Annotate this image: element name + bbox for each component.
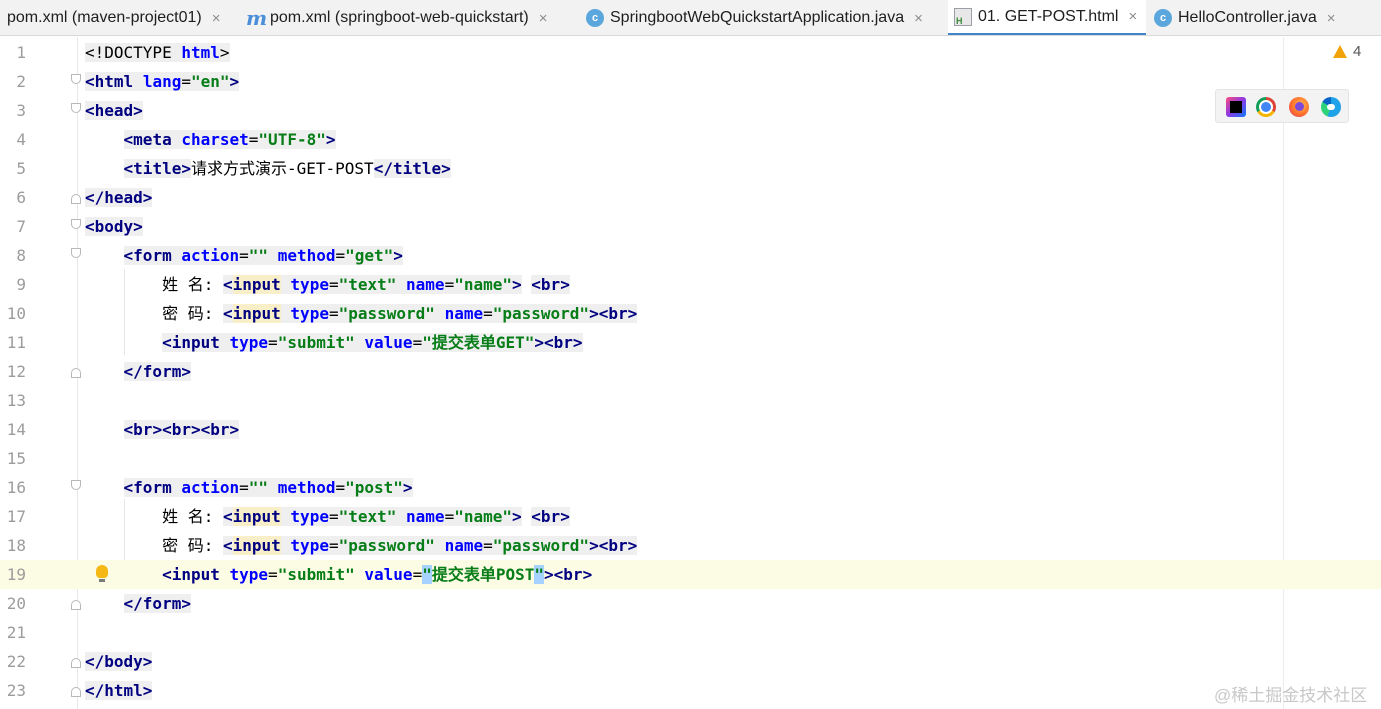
code-line: 12 </form> <box>0 357 1381 386</box>
code-line: 21 <box>0 618 1381 647</box>
close-icon[interactable]: × <box>1128 8 1137 25</box>
code-line: 18 密 码: <input type="password" name="pas… <box>0 531 1381 560</box>
line-number: 22 <box>6 652 26 671</box>
code-line-current: 19 <input type="submit" value="提交表单POST"… <box>0 560 1381 589</box>
code-line: 4 <meta charset="UTF-8"> <box>0 125 1381 154</box>
tab-pom-maven-project01[interactable]: pom.xml (maven-project01) × <box>0 0 238 35</box>
chrome-icon[interactable] <box>1256 97 1276 117</box>
class-icon: c <box>1154 9 1172 27</box>
edge-icon[interactable] <box>1321 97 1341 117</box>
code-line: 9 姓 名: <input type="text" name="name"> <… <box>0 270 1381 299</box>
code-line: 20 </form> <box>0 589 1381 618</box>
fold-icon[interactable] <box>71 219 81 229</box>
line-number: 19 <box>6 565 26 584</box>
tab-get-post-html[interactable]: 01. GET-POST.html × <box>948 0 1146 35</box>
line-number: 12 <box>6 362 26 381</box>
code-line: 16 <form action="" method="post"> <box>0 473 1381 502</box>
code-editor[interactable]: 1 <!DOCTYPE html> 2 <html lang="en"> 3 <… <box>0 37 1381 709</box>
close-icon[interactable]: × <box>212 10 221 27</box>
fold-icon[interactable] <box>71 248 81 258</box>
tab-label: pom.xml (maven-project01) <box>7 9 202 26</box>
watermark: @稀土掘金技术社区 <box>1214 686 1368 705</box>
close-icon[interactable]: × <box>1327 10 1336 27</box>
warnings-count: 4 <box>1353 43 1362 60</box>
line-number: 11 <box>6 333 26 352</box>
line-number: 21 <box>6 623 26 642</box>
warnings-indicator[interactable]: 4 <box>1333 43 1361 60</box>
fold-icon[interactable] <box>71 74 81 84</box>
tab-label: pom.xml (springboot-web-quickstart) <box>270 9 529 26</box>
fold-icon[interactable] <box>71 368 81 378</box>
line-number: 9 <box>16 275 26 294</box>
code-line: 11 <input type="submit" value="提交表单GET">… <box>0 328 1381 357</box>
intellij-browser-icon[interactable] <box>1226 97 1246 117</box>
code-line: 3 <head> <box>0 96 1381 125</box>
warning-icon <box>1333 45 1347 58</box>
line-number: 8 <box>16 246 26 265</box>
maven-icon: m <box>246 6 268 30</box>
tab-pom-springboot[interactable]: m pom.xml (springboot-web-quickstart) × <box>240 0 576 35</box>
code-line: 1 <!DOCTYPE html> <box>0 38 1381 67</box>
line-number: 7 <box>16 217 26 236</box>
code-line: 7 <body> <box>0 212 1381 241</box>
code-line: 2 <html lang="en"> <box>0 67 1381 96</box>
code-line: 6 </head> <box>0 183 1381 212</box>
line-number: 2 <box>16 72 26 91</box>
tab-springboot-application[interactable]: c SpringbootWebQuickstartApplication.jav… <box>580 0 946 35</box>
firefox-icon[interactable] <box>1289 97 1309 117</box>
line-number: 23 <box>6 681 26 700</box>
code-line: 5 <title>请求方式演示-GET-POST</title> <box>0 154 1381 183</box>
code-line: 14 <br><br><br> <box>0 415 1381 444</box>
line-number: 18 <box>6 536 26 555</box>
fold-icon[interactable] <box>71 480 81 490</box>
code-line: 10 密 码: <input type="password" name="pas… <box>0 299 1381 328</box>
line-number: 1 <box>16 43 26 62</box>
line-number: 13 <box>6 391 26 410</box>
browser-preview-toolbar <box>1215 89 1349 123</box>
tab-hello-controller[interactable]: c HelloController.java × <box>1148 0 1381 35</box>
html-file-icon <box>954 7 972 26</box>
line-number: 3 <box>16 101 26 120</box>
code-line: 23 </html> <box>0 676 1381 705</box>
code-line: 15 <box>0 444 1381 473</box>
close-icon[interactable]: × <box>539 10 548 27</box>
code-line: 17 姓 名: <input type="text" name="name"> … <box>0 502 1381 531</box>
fold-icon[interactable] <box>71 600 81 610</box>
line-number: 5 <box>16 159 26 178</box>
tab-label: SpringbootWebQuickstartApplication.java <box>610 9 905 26</box>
line-number: 6 <box>16 188 26 207</box>
editor-tab-bar: pom.xml (maven-project01) × m pom.xml (s… <box>0 0 1381 36</box>
close-icon[interactable]: × <box>914 10 923 27</box>
line-number: 14 <box>6 420 26 439</box>
code-line: 13 <box>0 386 1381 415</box>
line-number: 15 <box>6 449 26 468</box>
line-number: 4 <box>16 130 26 149</box>
spring-class-icon: c <box>586 9 604 27</box>
line-number: 20 <box>6 594 26 613</box>
line-number: 16 <box>6 478 26 497</box>
code-line: 22 </body> <box>0 647 1381 676</box>
tab-label: HelloController.java <box>1178 9 1317 26</box>
fold-icon[interactable] <box>71 687 81 697</box>
line-number: 10 <box>6 304 26 323</box>
line-number: 17 <box>6 507 26 526</box>
fold-icon[interactable] <box>71 194 81 204</box>
code-line: 8 <form action="" method="get"> <box>0 241 1381 270</box>
fold-icon[interactable] <box>71 658 81 668</box>
fold-icon[interactable] <box>71 103 81 113</box>
tab-label: 01. GET-POST.html <box>978 7 1119 25</box>
